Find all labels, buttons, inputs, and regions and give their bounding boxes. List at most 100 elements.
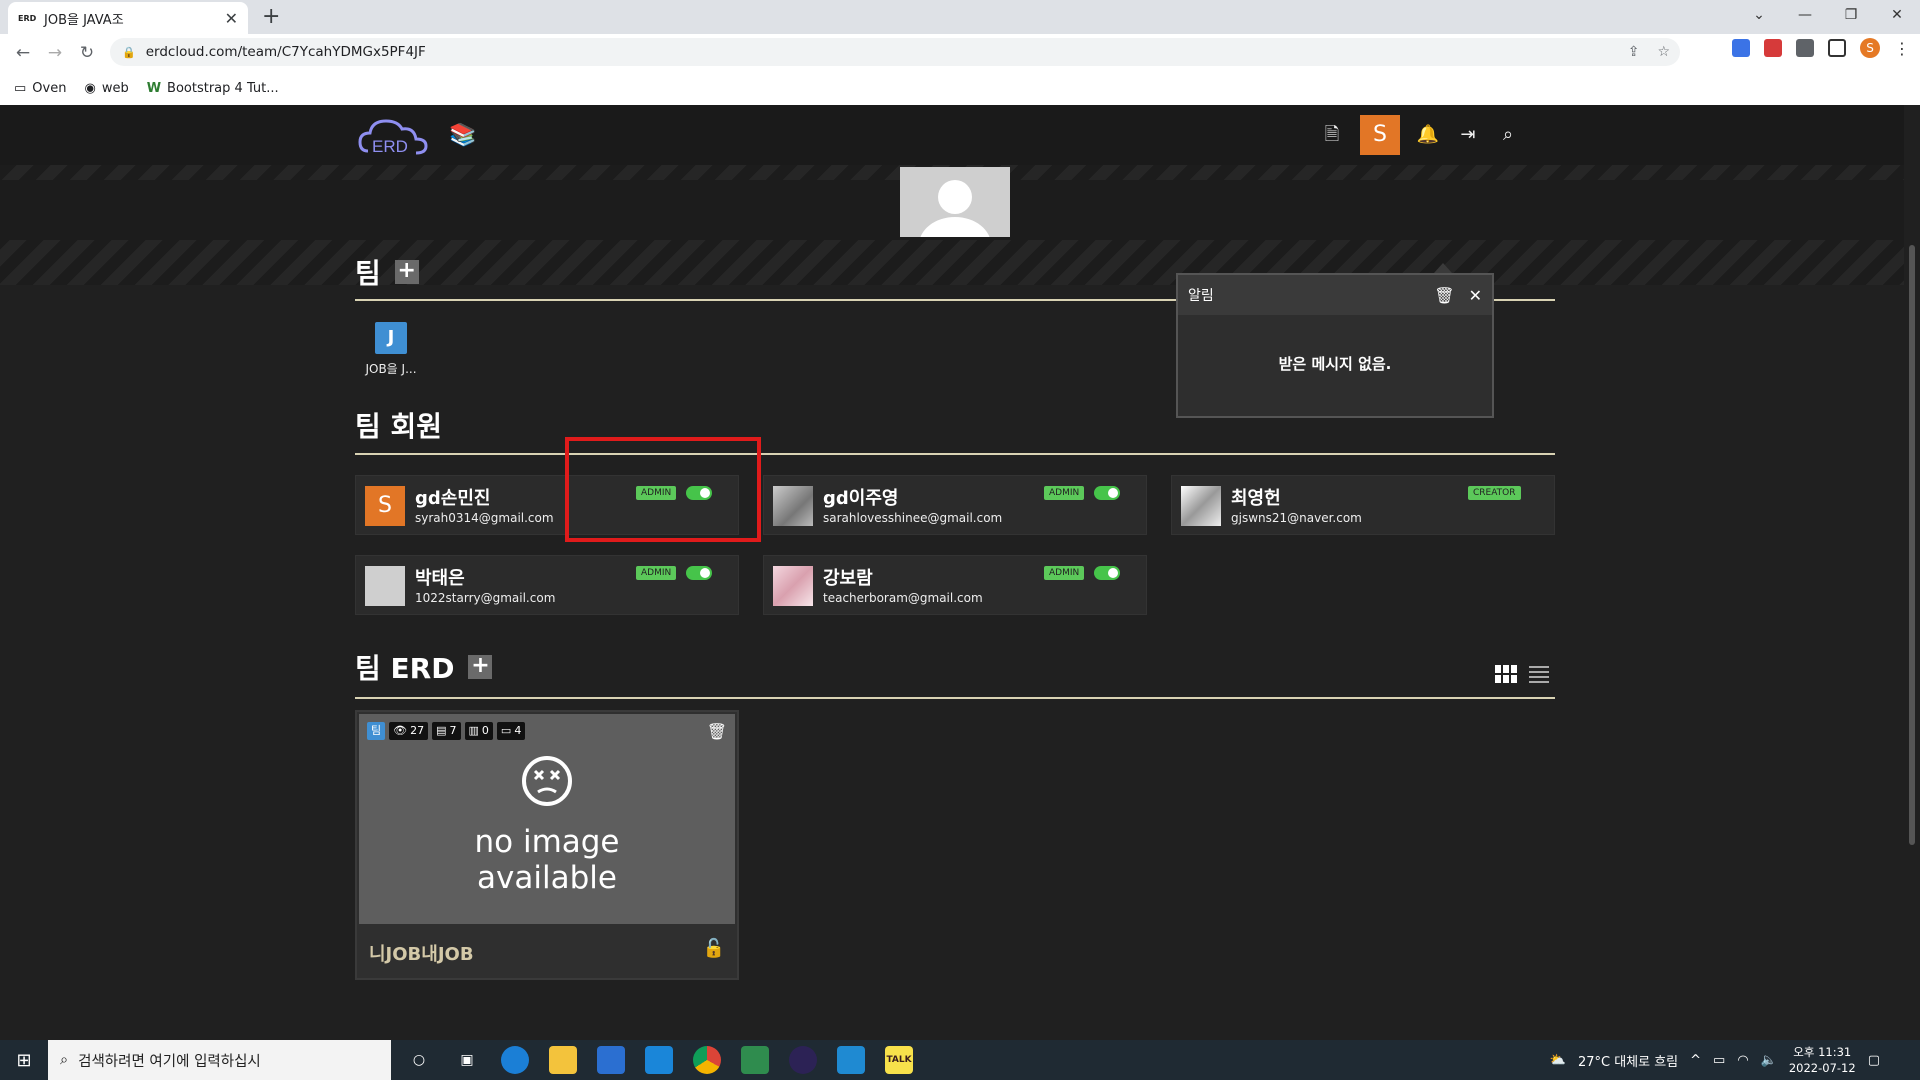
member-email: teacherboram@gmail.com <box>823 591 983 605</box>
extension-red-icon[interactable] <box>1764 39 1782 57</box>
wifi-icon[interactable]: ◠ <box>1737 1053 1748 1068</box>
w3-icon: W <box>146 81 162 96</box>
cortana-icon[interactable]: ○ <box>405 1046 433 1074</box>
books-icon[interactable]: 📚 <box>449 123 476 148</box>
member-name: 강보람 <box>823 568 873 589</box>
file-explorer-icon[interactable] <box>549 1046 577 1074</box>
address-bar[interactable]: 🔒 erdcloud.com/team/C7YcahYDMGx5PF4JF ⇪ … <box>110 38 1680 66</box>
admin-toggle[interactable] <box>686 566 712 580</box>
more-icon[interactable]: ⋮ <box>1894 39 1910 58</box>
lock-icon[interactable]: 🔒 <box>122 46 136 59</box>
table-icon: ▤ <box>436 724 447 737</box>
grid-view-icon[interactable] <box>1495 665 1517 683</box>
member-card[interactable]: gd이주영 sarahlovesshinee@gmail.com ADMIN <box>763 475 1147 535</box>
eclipse-icon[interactable] <box>789 1046 817 1074</box>
member-email: 1022starry@gmail.com <box>415 591 556 605</box>
erd-name: 니JOB내JOB <box>369 944 474 965</box>
members-heading: 팀 회원 <box>355 410 443 443</box>
list-view-icon[interactable] <box>1529 665 1549 683</box>
bell-icon[interactable]: 🔔 <box>1416 123 1440 147</box>
browser-toolbar: ← → ↻ 🔒 erdcloud.com/team/C7YcahYDMGx5PF… <box>0 34 1920 72</box>
task-view-icon[interactable]: ▣ <box>453 1046 481 1074</box>
search-icon[interactable]: ⌕ <box>1496 123 1520 147</box>
member-name: 최영헌 <box>1231 488 1281 509</box>
avatar <box>1181 486 1221 526</box>
mail-icon[interactable] <box>645 1046 673 1074</box>
extension-blue-icon[interactable] <box>1732 39 1750 57</box>
clock[interactable]: 오후 11:31 2022-07-12 <box>1789 1044 1856 1076</box>
restore-icon[interactable]: ❐ <box>1828 0 1874 30</box>
scrollbar[interactable] <box>1904 105 1920 1040</box>
star-icon[interactable]: ☆ <box>1657 44 1670 60</box>
volume-icon[interactable]: 🔈 <box>1761 1053 1777 1068</box>
add-erd-button[interactable]: + <box>468 655 493 679</box>
view-toggle <box>1495 665 1549 683</box>
browser-chrome: ERD JOB을 JAVA조 ✕ + ⌄ — ❐ ✕ ← → ↻ 🔒 erdcl… <box>0 0 1920 105</box>
member-name: 박태은 <box>415 568 465 589</box>
kakaotalk-icon[interactable]: TALK <box>885 1046 913 1074</box>
window-close-icon[interactable]: ✕ <box>1874 0 1920 30</box>
close-icon[interactable]: ✕ <box>1469 286 1482 305</box>
clear-all-icon[interactable]: 🗑 <box>1434 286 1454 305</box>
member-name: gd이주영 <box>823 488 899 509</box>
notification-header: 알림 🗑 ✕ <box>1178 275 1492 315</box>
bookmark-oven[interactable]: ▭ Oven <box>14 81 66 96</box>
comment-icon: ▭ <box>500 724 512 737</box>
minimize-icon[interactable]: — <box>1782 0 1828 30</box>
member-name: gd손민진 <box>415 488 491 509</box>
vscode-icon[interactable] <box>837 1046 865 1074</box>
profile-avatar[interactable]: S <box>1860 38 1880 58</box>
top-navbar: ERD 📚 🗎 S 🔔 ⇥ ⌕ <box>0 105 1920 165</box>
user-avatar[interactable]: S <box>1360 115 1400 155</box>
edge-icon[interactable] <box>501 1046 529 1074</box>
bookmark-bootstrap[interactable]: W Bootstrap 4 Tut... <box>147 81 279 96</box>
weather-text[interactable]: 27°C 대체로 흐림 <box>1578 1051 1678 1070</box>
person-silhouette-icon <box>920 180 990 237</box>
admin-toggle[interactable] <box>1094 486 1120 500</box>
back-icon[interactable]: ← <box>10 43 36 63</box>
member-card[interactable]: 박태은 1022starry@gmail.com ADMIN <box>355 555 739 615</box>
puzzle-icon[interactable] <box>1796 39 1814 57</box>
windows-start-icon[interactable]: ⊞ <box>0 1050 48 1071</box>
erd-cloud-logo-icon[interactable]: ERD <box>358 113 430 157</box>
teams-heading: 팀 + <box>355 252 419 292</box>
chevron-up-icon[interactable]: ^ <box>1690 1053 1701 1068</box>
new-document-icon[interactable]: 🗎 <box>1320 123 1344 147</box>
member-card[interactable]: 최영헌 gjswns21@naver.com CREATOR <box>1171 475 1555 535</box>
share-icon[interactable]: ⇪ <box>1628 44 1640 60</box>
reload-icon[interactable]: ↻ <box>74 43 100 63</box>
divider <box>355 453 1555 455</box>
scroll-thumb[interactable] <box>1909 245 1915 845</box>
navbar-icons: 🗎 S 🔔 ⇥ ⌕ <box>1320 115 1520 155</box>
avatar: S <box>365 486 405 526</box>
trash-icon[interactable]: 🗑 <box>707 722 727 741</box>
notification-empty-message: 받은 메시지 없음. <box>1278 355 1392 373</box>
team-tile[interactable]: J JOB을 J... <box>360 322 422 377</box>
url-text: erdcloud.com/team/C7YcahYDMGx5PF4JF <box>145 44 426 60</box>
media-icon[interactable] <box>741 1046 769 1074</box>
bookmark-web[interactable]: ◉ web <box>84 81 128 96</box>
divider <box>355 697 1555 699</box>
battery-icon[interactable]: ▭ <box>1713 1053 1725 1068</box>
member-card[interactable]: 강보람 teacherboram@gmail.com ADMIN <box>763 555 1147 615</box>
add-team-button[interactable]: + <box>394 260 419 284</box>
forward-icon[interactable]: → <box>42 43 68 63</box>
erd-heading: 팀 ERD + <box>355 647 493 687</box>
member-email: sarahlovesshinee@gmail.com <box>823 511 1003 525</box>
erd-card[interactable]: 팀 👁 27 ▤ 7 ▥ 0 ▭ 4 🗑 no image available 니JOB… <box>355 710 739 980</box>
store-icon[interactable] <box>597 1046 625 1074</box>
browser-tab[interactable]: ERD JOB을 JAVA조 ✕ <box>8 2 248 34</box>
no-image-text: no image available <box>474 824 620 896</box>
new-tab-icon[interactable]: + <box>262 4 280 29</box>
chrome-icon[interactable] <box>693 1046 721 1074</box>
notification-center-icon[interactable]: ▢ <box>1868 1053 1880 1068</box>
logout-icon[interactable]: ⇥ <box>1456 123 1480 147</box>
admin-toggle[interactable] <box>1094 566 1120 580</box>
chevron-down-icon[interactable]: ⌄ <box>1736 0 1782 30</box>
bookmarks-bar: ▭ Oven ◉ web W Bootstrap 4 Tut... <box>0 72 1920 105</box>
sidepanel-icon[interactable] <box>1828 39 1846 57</box>
taskbar-search[interactable]: ⌕ 검색하려면 여기에 입력하십시 <box>48 1040 391 1080</box>
role-badge: ADMIN <box>1044 566 1085 580</box>
close-icon[interactable]: ✕ <box>225 9 238 28</box>
weather-icon[interactable]: ⛅ <box>1550 1053 1566 1068</box>
